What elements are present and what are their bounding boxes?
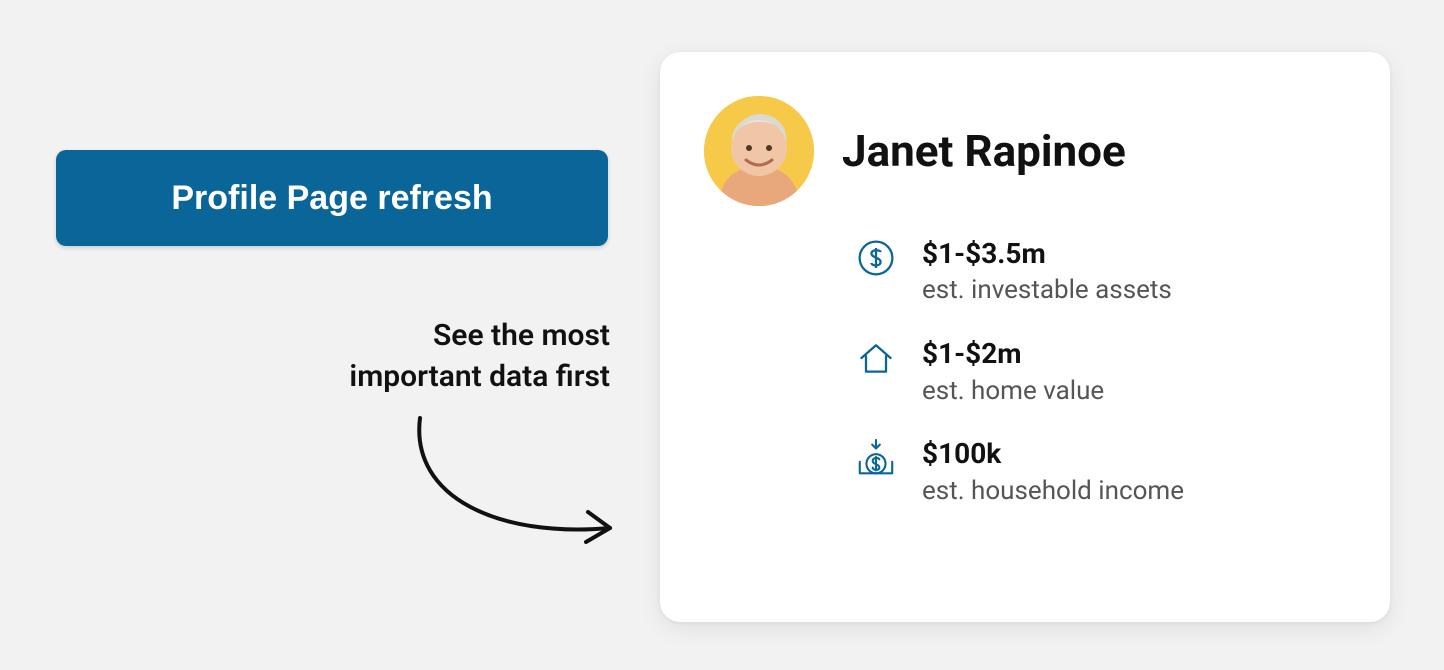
stat-row-income: $100k est. household income — [854, 436, 1340, 508]
tagline-line-2: important data first — [349, 359, 610, 394]
stat-row-assets: $1-$3.5m est. investable assets — [854, 236, 1340, 308]
stat-value: $100k — [922, 436, 1184, 472]
arrow-icon — [380, 408, 640, 568]
stat-label: est. household income — [922, 475, 1184, 509]
stat-row-home: $1-$2m est. home value — [854, 336, 1340, 408]
stat-label: est. investable assets — [922, 274, 1172, 308]
stat-value: $1-$3.5m — [922, 236, 1172, 272]
profile-card-header: Janet Rapinoe — [704, 96, 1340, 206]
profile-refresh-button[interactable]: Profile Page refresh — [56, 150, 608, 246]
avatar — [704, 96, 814, 206]
tagline: See the most important data first — [200, 316, 610, 397]
stat-text: $1-$3.5m est. investable assets — [922, 236, 1172, 308]
tagline-line-1: See the most — [433, 318, 610, 353]
profile-stats: $1-$3.5m est. investable assets $1-$2m e… — [704, 236, 1340, 509]
stat-text: $1-$2m est. home value — [922, 336, 1104, 408]
profile-card: Janet Rapinoe $1-$3.5m est. investable a… — [660, 52, 1390, 622]
stat-value: $1-$2m — [922, 336, 1104, 372]
income-icon — [854, 436, 898, 480]
profile-name: Janet Rapinoe — [842, 125, 1126, 177]
stat-text: $100k est. household income — [922, 436, 1184, 508]
dollar-circle-icon — [854, 236, 898, 280]
home-icon — [854, 336, 898, 380]
stat-label: est. home value — [922, 375, 1104, 409]
